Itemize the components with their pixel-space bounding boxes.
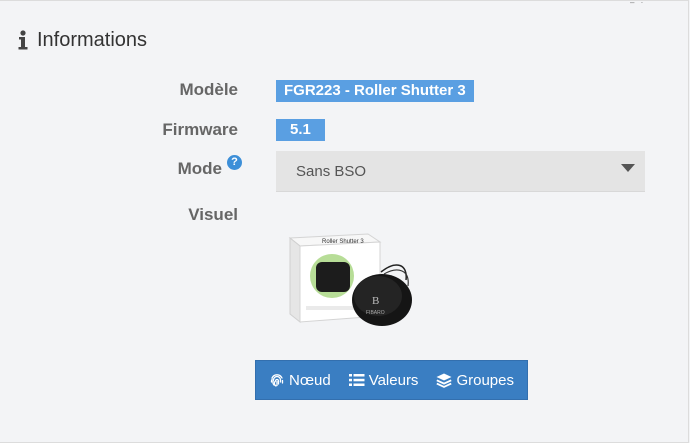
- device-toolbar: Nœud Valeurs Groupes: [255, 360, 528, 400]
- firmware-value-badge: 5.1: [276, 119, 325, 141]
- values-button[interactable]: Valeurs: [348, 371, 419, 389]
- model-label: Modèle: [179, 80, 238, 99]
- product-image: Roller Shutter 3 B FIBARO: [288, 233, 412, 326]
- groups-button-label: Groupes: [456, 371, 514, 389]
- chevron-down-icon: [621, 164, 635, 172]
- model-value-badge: FGR223 - Roller Shutter 3: [276, 80, 474, 102]
- values-button-label: Valeurs: [368, 371, 419, 389]
- firmware-label: Firmware: [162, 120, 238, 139]
- node-button[interactable]: Nœud: [269, 372, 331, 389]
- node-button-label: Nœud: [289, 371, 331, 389]
- section-header: Informations: [17, 26, 147, 54]
- question-circle-icon[interactable]: ?: [227, 155, 242, 170]
- device-brand-text: FIBARO: [366, 310, 385, 316]
- groups-button[interactable]: Groupes: [436, 372, 514, 389]
- layers-icon: [436, 373, 453, 388]
- fingerprint-icon: [270, 374, 284, 387]
- info-icon: [18, 30, 28, 50]
- list-icon: [348, 374, 365, 386]
- mode-select[interactable]: Sans BSO: [276, 151, 645, 192]
- mode-row: Mode? Sans BSO: [0, 151, 690, 192]
- visual-label: Visuel: [188, 205, 238, 224]
- mode-label-group: Mode?: [177, 155, 242, 179]
- mode-select-value: Sans BSO: [296, 162, 367, 180]
- top-edge-decoration: ‒ ·: [630, 0, 646, 6]
- mode-label: Mode: [177, 159, 222, 178]
- svg-text:B: B: [372, 295, 379, 307]
- section-title: Informations: [37, 28, 148, 51]
- box-label-text: Roller Shutter 3: [322, 239, 364, 245]
